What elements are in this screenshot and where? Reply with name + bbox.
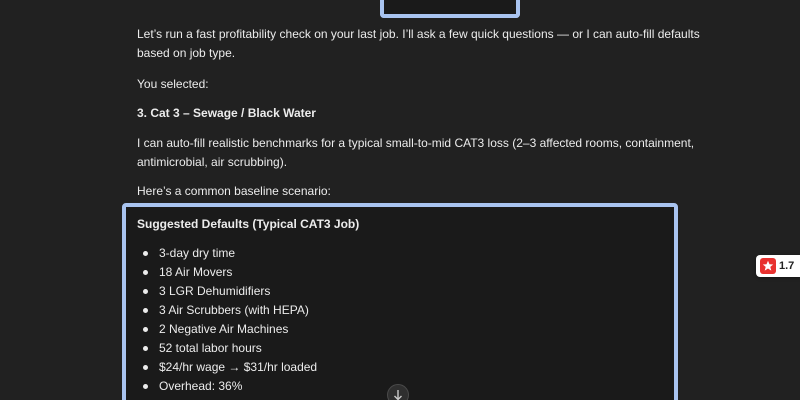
bullet-icon [143,308,148,313]
baseline-text: Here’s a common baseline scenario: [137,184,331,198]
list-item-text: 3 Air Scrubbers (with HEPA) [159,303,309,317]
list-item: 52 total labor hours [137,339,317,358]
rating-value: 1.7 [779,260,795,272]
star-icon [762,260,774,271]
selected-label: You selected: [137,77,209,91]
defaults-title: Suggested Defaults (Typical CAT3 Job) [137,217,360,231]
defaults-list: 3-day dry time 18 Air Movers 3 LGR Dehum… [137,244,317,396]
list-item-text: $24/hr wage → $31/hr loaded [159,360,318,374]
list-item-text: 3 LGR Dehumidifiers [159,284,271,298]
list-item: Overhead: 36% [137,377,317,396]
bullet-icon [143,251,148,256]
autofill-text-line1: I can auto-fill realistic benchmarks for… [137,136,695,150]
rating-star-box [760,258,776,274]
arrow-down-icon [394,390,402,400]
bullet-icon [143,289,148,294]
list-item-text: 3-day dry time [159,246,236,260]
intro-text-line2: based on job type. [137,46,236,60]
bullet-icon [143,270,148,275]
list-item: 3 LGR Dehumidifiers [137,282,317,301]
bullet-icon [143,346,148,351]
previous-highlight-box [380,0,520,18]
list-item-text: 52 total labor hours [159,341,262,355]
list-item: 2 Negative Air Machines [137,320,317,339]
scroll-to-bottom-button[interactable] [387,384,409,400]
bullet-icon [143,384,148,389]
selected-value: 3. Cat 3 – Sewage / Black Water [137,106,316,120]
list-item: 3 Air Scrubbers (with HEPA) [137,301,317,320]
rating-badge[interactable]: 1.7 [756,255,800,277]
list-item-text: Overhead: 36% [159,379,243,393]
chat-page: Let’s run a fast profitability check on … [0,0,800,400]
list-item-text: 18 Air Movers [159,265,233,279]
list-item-text: 2 Negative Air Machines [159,322,289,336]
list-item: 18 Air Movers [137,263,317,282]
bullet-icon [143,365,148,370]
intro-text-line1: Let’s run a fast profitability check on … [137,27,700,41]
list-item: 3-day dry time [137,244,317,263]
autofill-text-line2: antimicrobial, air scrubbing). [137,155,288,169]
suggested-defaults-box: Suggested Defaults (Typical CAT3 Job) 3-… [122,203,678,400]
list-item: $24/hr wage → $31/hr loaded [137,358,317,377]
bullet-icon [143,327,148,332]
